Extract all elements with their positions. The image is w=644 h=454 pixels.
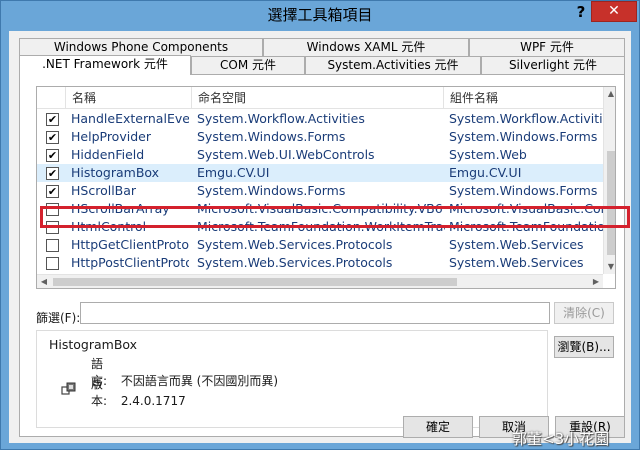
row-checkbox[interactable]: ✔: [46, 113, 59, 126]
filter-input[interactable]: [80, 302, 550, 324]
row-assembly: Microsoft.VisualBasic.Compat: [449, 201, 603, 216]
tab-windows-xaml[interactable]: Windows XAML 元件: [263, 38, 469, 56]
row-name: HandleExternalEvent: [71, 111, 189, 126]
tab-windows-phone-components[interactable]: Windows Phone Components: [19, 38, 263, 56]
tab-row-2: .NET Framework 元件 COM 元件 System.Activiti…: [19, 55, 625, 75]
scroll-left-icon[interactable]: ◀: [37, 275, 51, 288]
column-header-assembly[interactable]: 組件名稱: [443, 87, 603, 109]
vertical-scroll-thumb[interactable]: [607, 151, 615, 255]
component-info-panel: HistogramBox 語言: 不因語言而異 (不因國別而異) 版本: 2.4…: [36, 330, 548, 428]
list-row[interactable]: ✔ HiddenField System.Web.UI.WebControls Sys…: [37, 146, 603, 164]
row-namespace: System.Windows.Forms: [197, 183, 346, 198]
list-rows: ✔ HandleExternalEvent System.Workflow.Acti…: [37, 110, 603, 274]
scroll-down-icon[interactable]: ▼: [604, 260, 615, 274]
browse-button[interactable]: 瀏覽(B)...: [554, 336, 614, 358]
version-key: 版本:: [91, 377, 108, 408]
row-checkbox[interactable]: [46, 239, 59, 252]
tab-silverlight[interactable]: Silverlight 元件: [481, 56, 625, 74]
list-row[interactable]: ✔ HScrollBar System.Windows.Forms System.Wi…: [37, 182, 603, 200]
row-name: HttpPostClientProtoc: [71, 255, 189, 270]
row-name: HttpGetClientProtocol: [71, 237, 189, 252]
component-list[interactable]: 名稱 命名空間 組件名稱 ✔ HandleExternalEvent System.…: [36, 86, 616, 289]
row-namespace: System.Web.Services.Protocols: [197, 237, 393, 252]
row-checkbox[interactable]: [46, 257, 59, 270]
row-namespace: Emgu.CV.UI: [197, 165, 270, 180]
row-checkbox[interactable]: ✔: [46, 167, 59, 180]
row-name: HScrollBarArray: [71, 201, 170, 216]
dialog-client-area: Windows Phone Components Windows XAML 元件…: [9, 31, 631, 443]
list-row[interactable]: ✔ HistogramBox Emgu.CV.UI Emgu.CV.UI: [37, 164, 603, 182]
vertical-scrollbar[interactable]: ▲ ▼: [603, 87, 615, 274]
watermark-text: 郭董<3小花園: [512, 430, 610, 448]
row-checkbox[interactable]: [46, 221, 59, 234]
row-checkbox[interactable]: ✔: [46, 185, 59, 198]
tab-com[interactable]: COM 元件: [191, 56, 305, 74]
row-name: HistogramBox: [71, 165, 160, 180]
horizontal-scroll-thumb[interactable]: [53, 278, 457, 286]
row-name: HelpProvider: [71, 129, 151, 144]
clear-button[interactable]: 清除(C): [554, 302, 614, 324]
row-assembly: System.Web.Services: [449, 237, 584, 252]
help-button[interactable]: ?: [573, 3, 589, 23]
row-namespace: System.Web.UI.WebControls: [197, 147, 375, 162]
row-namespace: System.Web.Services.Protocols: [197, 255, 393, 270]
row-namespace: Microsoft.VisualBasic.Compatibility.VB6: [197, 201, 443, 216]
row-assembly: System.Web.Services: [449, 255, 584, 270]
row-assembly: System.Workflow.Activities: [449, 111, 603, 126]
row-checkbox[interactable]: ✔: [46, 131, 59, 144]
row-assembly: System.Web: [449, 147, 527, 162]
row-namespace: System.Windows.Forms: [197, 129, 346, 144]
row-name: HtmlControl: [71, 219, 147, 234]
row-assembly: System.Windows.Forms: [449, 129, 598, 144]
version-line: 版本: 2.4.0.1717: [91, 375, 186, 409]
component-info-title: HistogramBox: [49, 337, 138, 352]
filter-label: 篩選(F):: [36, 311, 81, 325]
row-assembly: Emgu.CV.UI: [449, 165, 522, 180]
tab-row-1: Windows Phone Components Windows XAML 元件…: [19, 38, 625, 56]
list-row[interactable]: ✔ HandleExternalEvent System.Workflow.Acti…: [37, 110, 603, 128]
title-bar[interactable]: 選擇工具箱項目 ? ✕: [1, 1, 639, 31]
row-assembly: System.Windows.Forms: [449, 183, 598, 198]
tab-net-framework[interactable]: .NET Framework 元件: [19, 55, 191, 75]
close-button[interactable]: ✕: [591, 1, 637, 22]
scroll-right-icon[interactable]: ▶: [589, 275, 603, 288]
horizontal-scrollbar[interactable]: ◀ ▶: [37, 274, 603, 288]
tab-wpf[interactable]: WPF 元件: [469, 38, 625, 56]
row-assembly: Microsoft.TeamFoundation.W: [449, 219, 603, 234]
list-row[interactable]: HttpGetClientProtocol System.Web.Services…: [37, 236, 603, 254]
list-header: 名稱 命名空間 組件名稱: [37, 87, 603, 109]
row-name: HScrollBar: [71, 183, 137, 198]
column-header-name[interactable]: 名稱: [65, 87, 197, 109]
dialog-window: 選擇工具箱項目 ? ✕ Windows Phone Components Win…: [0, 0, 640, 450]
window-title: 選擇工具箱項目: [267, 6, 373, 24]
list-row[interactable]: HtmlControl Microsoft.TeamFoundation.Work…: [37, 218, 603, 236]
list-row[interactable]: HScrollBarArray Microsoft.VisualBasic.Com…: [37, 200, 603, 218]
row-name: HiddenField: [71, 147, 145, 162]
row-namespace: Microsoft.TeamFoundation.WorkItemTrackin…: [197, 219, 445, 234]
column-header-namespace[interactable]: 命名空間: [191, 87, 443, 109]
version-value: 2.4.0.1717: [120, 394, 186, 408]
tab-panel: 名稱 命名空間 組件名稱 ✔ HandleExternalEvent System.…: [19, 74, 630, 437]
list-row[interactable]: HttpPostClientProtoc System.Web.Services.…: [37, 254, 603, 272]
component-icon: [61, 382, 76, 395]
row-namespace: System.Workflow.Activities: [197, 111, 365, 126]
list-row[interactable]: ✔ HelpProvider System.Windows.Forms System.…: [37, 128, 603, 146]
tab-system-activities[interactable]: System.Activities 元件: [305, 56, 481, 74]
row-checkbox[interactable]: ✔: [46, 149, 59, 162]
scroll-up-icon[interactable]: ▲: [604, 87, 615, 101]
ok-button[interactable]: 確定: [403, 416, 473, 438]
row-checkbox[interactable]: [46, 203, 59, 216]
